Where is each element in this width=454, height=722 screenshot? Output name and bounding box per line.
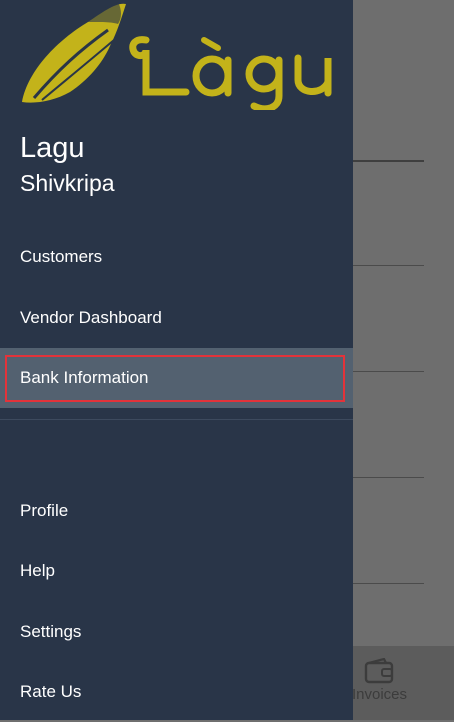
menu-item-label: Rate Us <box>20 682 82 701</box>
list-divider <box>353 160 424 162</box>
lagu-logo <box>22 2 332 110</box>
menu-item-label: Bank Information <box>20 368 149 387</box>
menu-item-customers[interactable]: Customers <box>0 227 353 287</box>
menu-item-profile[interactable]: Profile <box>0 481 353 541</box>
user-name: Lagu <box>20 132 85 164</box>
menu-item-bank-information[interactable]: Bank Information <box>0 348 353 408</box>
menu-item-help[interactable]: Help <box>0 541 353 601</box>
menu-item-rate-us[interactable]: Rate Us <box>0 662 353 722</box>
list-divider <box>353 371 424 372</box>
tab-invoices-label: Invoices <box>352 686 408 703</box>
menu-item-label: Help <box>20 561 55 580</box>
user-subtitle: Shivkripa <box>20 170 115 196</box>
list-divider <box>353 265 424 266</box>
list-divider <box>353 583 424 584</box>
tab-invoices[interactable]: Invoices <box>352 658 408 703</box>
menu-item-label: Profile <box>20 501 69 520</box>
navigation-drawer: Lagu Shivkripa Customers Vendor Dashboar… <box>0 0 353 720</box>
menu-item-settings[interactable]: Settings <box>0 602 353 662</box>
wallet-icon <box>364 658 394 684</box>
menu-item-label: Settings <box>20 622 82 641</box>
menu-item-label: Vendor Dashboard <box>20 308 162 327</box>
menu-divider <box>0 419 353 420</box>
list-divider <box>353 477 424 478</box>
menu-item-label: Customers <box>20 247 103 266</box>
menu-item-vendor-dashboard[interactable]: Vendor Dashboard <box>0 288 353 348</box>
